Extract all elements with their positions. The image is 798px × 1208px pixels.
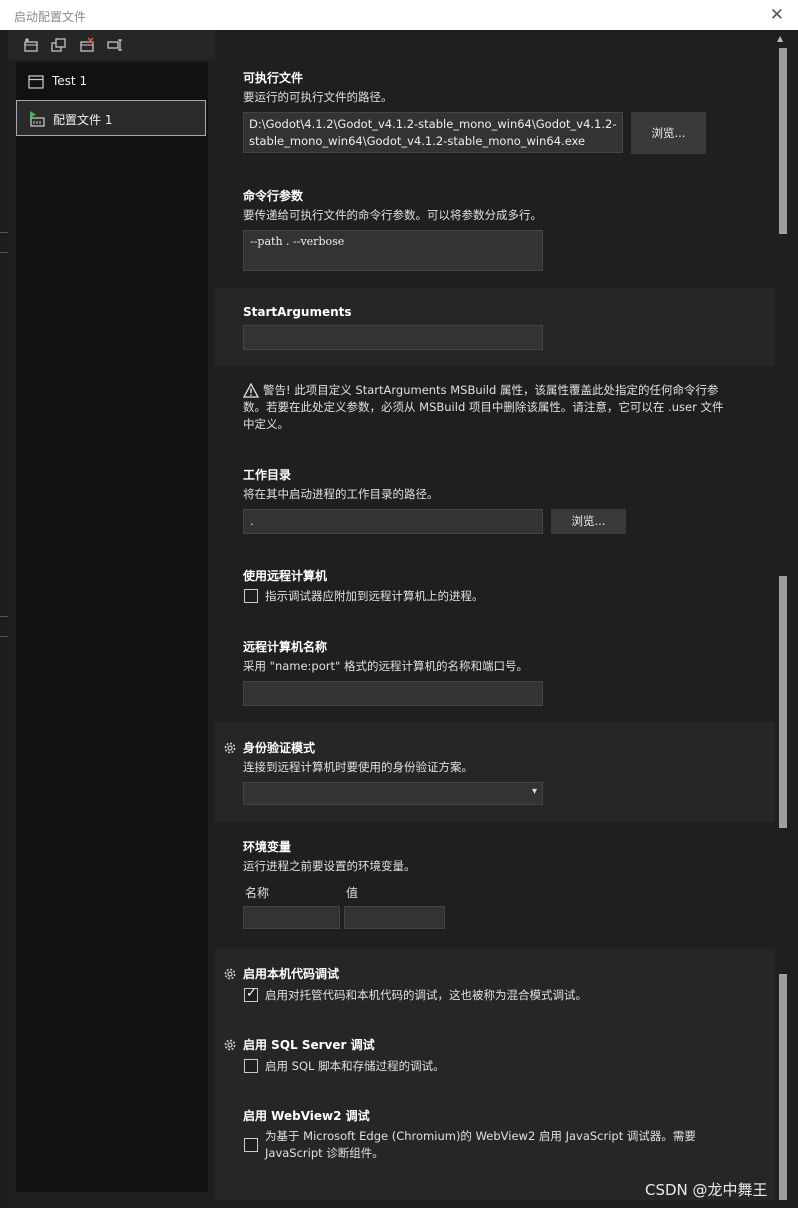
start-arguments-title: StartArguments: [243, 305, 352, 319]
window-icon: [28, 75, 44, 89]
remote-checkbox-label: 指示调试器应附加到远程计算机上的进程。: [265, 589, 484, 603]
executable-title: 可执行文件: [243, 71, 304, 85]
scroll-up-icon[interactable]: ▲: [777, 34, 783, 43]
env-description: 运行进程之前要设置的环境变量。: [243, 859, 416, 873]
working-dir-input[interactable]: .: [243, 509, 543, 534]
profile-run-icon: [30, 111, 45, 127]
warning-icon: [243, 383, 259, 398]
executable-browse-button[interactable]: 浏览...: [631, 112, 706, 154]
gear-icon: [224, 742, 236, 754]
webview-debug-checkbox[interactable]: [244, 1138, 258, 1152]
native-debug-checkbox[interactable]: ✓: [244, 986, 258, 1002]
profile-settings-panel: 可执行文件 要运行的可执行文件的路径。 D:\Godot\4.1.2\Godot…: [215, 30, 775, 1200]
remote-name-description: 采用 "name:port" 格式的远程计算机的名称和端口号。: [243, 659, 528, 673]
executable-path-line: stable_mono_win64\Godot_v4.1.2-stable_mo…: [249, 134, 586, 148]
auth-mode-dropdown[interactable]: ▾: [243, 782, 543, 805]
remote-name-title: 远程计算机名称: [243, 640, 328, 654]
warning-text: 数。若要在此处定义参数，必须从 MSBuild 项目中删除该属性。请注意，它可以…: [243, 400, 724, 414]
section-debugging-options: 启用本机代码调试 ✓ 启用对托管代码和本机代码的调试，这也被称为混合模式调试。 …: [215, 948, 775, 1200]
remote-title: 使用远程计算机: [243, 569, 328, 583]
section-warning-workdir-remote: 警告! 此项目定义 StartArguments MSBuild 属性，该属性覆…: [215, 366, 775, 722]
env-column-value: 值: [346, 886, 359, 900]
vertical-scrollbar[interactable]: ▲: [775, 30, 798, 1208]
scrollbar-thumb[interactable]: [779, 48, 787, 234]
sql-debug-label: 启用 SQL 脚本和存储过程的调试。: [265, 1059, 445, 1073]
native-debug-title: 启用本机代码调试: [243, 967, 340, 981]
working-dir-browse-button[interactable]: 浏览...: [551, 509, 626, 534]
new-profile-icon[interactable]: [23, 37, 39, 53]
section-start-arguments: StartArguments: [215, 288, 775, 366]
scrollbar-thumb[interactable]: [779, 576, 787, 828]
editor-divider: [0, 616, 8, 617]
env-title: 环境变量: [243, 840, 292, 854]
remote-name-input[interactable]: [243, 681, 543, 706]
auth-description: 连接到远程计算机时要使用的身份验证方案。: [243, 760, 473, 774]
profile-sidebar: Test 1 配置文件 1: [8, 30, 215, 1200]
warning-text: 警告! 此项目定义 StartArguments MSBuild 属性，该属性覆…: [263, 383, 719, 397]
warning-text: 中定义。: [243, 417, 289, 431]
close-icon[interactable]: ✕: [770, 5, 784, 25]
sql-debug-checkbox[interactable]: [244, 1059, 258, 1073]
profile-toolbar: [8, 30, 215, 60]
executable-description: 要运行的可执行文件的路径。: [243, 90, 393, 104]
webview-debug-label: 为基于 Microsoft Edge (Chromium)的 WebView2 …: [265, 1129, 696, 1143]
gear-icon: [224, 968, 236, 980]
copy-profile-icon[interactable]: [51, 37, 67, 53]
working-dir-description: 将在其中启动进程的工作目录的路径。: [243, 487, 439, 501]
profile-item-test1[interactable]: Test 1: [16, 64, 206, 100]
env-value-input[interactable]: [344, 906, 445, 929]
section-auth-mode: 身份验证模式 连接到远程计算机时要使用的身份验证方案。 ▾: [215, 722, 775, 822]
webview-debug-label: JavaScript 诊断组件。: [265, 1146, 384, 1160]
remote-checkbox[interactable]: [244, 589, 258, 603]
command-args-title: 命令行参数: [243, 189, 304, 203]
env-name-input[interactable]: [243, 906, 340, 929]
editor-divider: [0, 252, 8, 253]
section-environment-variables: 环境变量 运行进程之前要设置的环境变量。 名称 值: [215, 822, 775, 948]
editor-divider: [0, 232, 8, 233]
profile-item-profile1[interactable]: 配置文件 1: [16, 100, 206, 136]
title-bar: 启动配置文件 ✕: [0, 0, 798, 30]
executable-path-line: D:\Godot\4.1.2\Godot_v4.1.2-stable_mono_…: [249, 117, 617, 131]
env-column-name: 名称: [245, 886, 270, 900]
profile-item-label: Test 1: [52, 74, 88, 88]
chevron-down-icon: ▾: [531, 786, 537, 797]
scrollbar-thumb[interactable]: [779, 974, 787, 1200]
webview-debug-title: 启用 WebView2 调试: [243, 1109, 370, 1123]
watermark: CSDN @龙中舞王: [645, 1181, 768, 1199]
background-editor-strip: [0, 30, 8, 1208]
checkmark-icon: ✓: [246, 986, 257, 1001]
native-debug-label: 启用对托管代码和本机代码的调试，这也被称为混合模式调试。: [265, 988, 587, 1002]
command-args-input[interactable]: --path . --verbose: [243, 230, 543, 271]
gear-icon: [224, 1039, 236, 1051]
profile-item-label: 配置文件 1: [53, 113, 113, 127]
command-args-description: 要传递给可执行文件的命令行参数。可以将参数分成多行。: [243, 208, 542, 222]
editor-divider: [0, 636, 8, 637]
auth-title: 身份验证模式: [243, 741, 316, 755]
working-dir-title: 工作目录: [243, 468, 292, 482]
sql-debug-title: 启用 SQL Server 调试: [243, 1038, 375, 1052]
rename-profile-icon[interactable]: [107, 37, 123, 53]
section-executable-and-args: 可执行文件 要运行的可执行文件的路径。 D:\Godot\4.1.2\Godot…: [215, 30, 775, 288]
window-title: 启动配置文件: [14, 10, 87, 24]
executable-path-input[interactable]: D:\Godot\4.1.2\Godot_v4.1.2-stable_mono_…: [243, 112, 623, 153]
delete-profile-icon[interactable]: [79, 37, 95, 53]
profile-list: Test 1 配置文件 1: [16, 62, 208, 1192]
start-arguments-input[interactable]: [243, 325, 543, 350]
